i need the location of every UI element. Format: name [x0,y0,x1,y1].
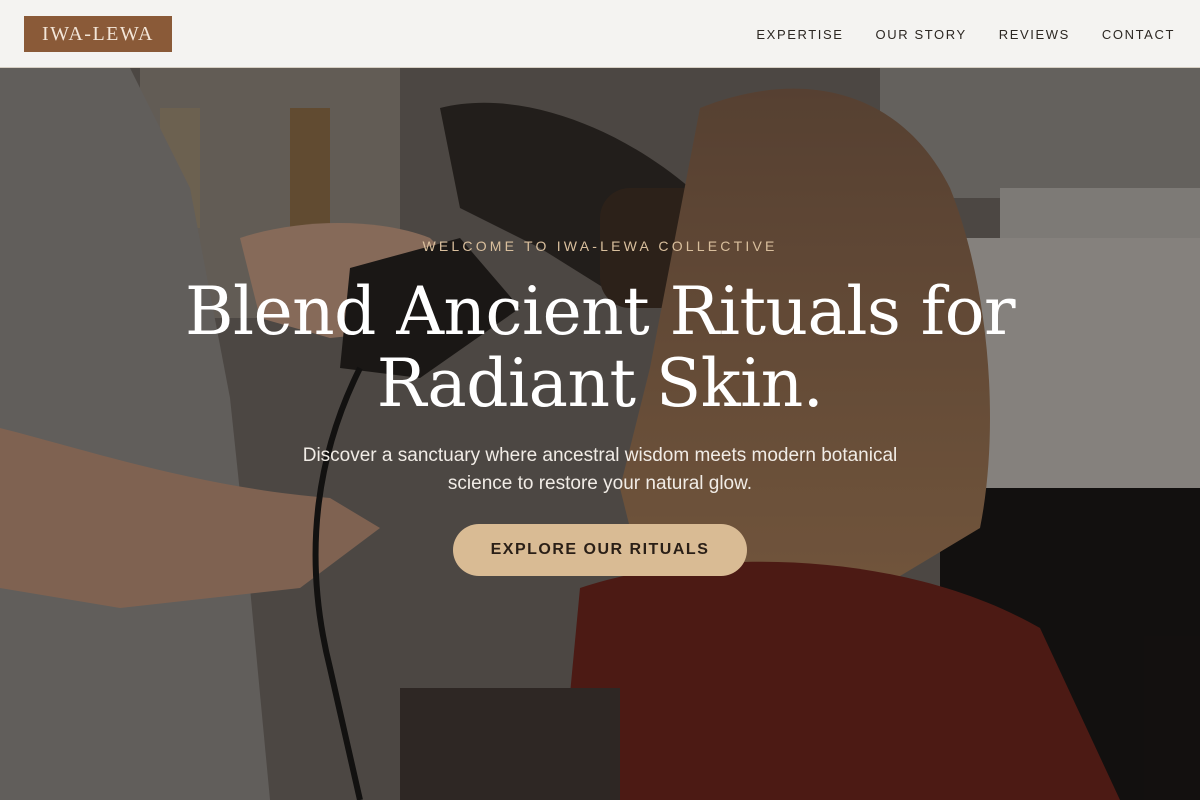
hero-subtext: Discover a sanctuary where ancestral wis… [250,442,950,498]
hero-subtext-line2: science to restore your natural glow. [447,473,753,494]
hero-eyebrow: WELCOME TO IWA-LEWA COLLECTIVE [422,238,778,254]
hero-headline-line2: Radiant Skin. [376,345,824,422]
hero-overlay [0,68,1200,800]
nav-our-story[interactable]: OUR STORY [876,27,967,42]
explore-rituals-button[interactable]: EXPLORE OUR RITUALS [453,524,747,576]
main-nav: EXPERTISE OUR STORY REVIEWS CONTACT [756,0,1175,68]
hero-headline-line1: Blend Ancient Rituals for [184,273,1016,350]
hero-headline: Blend Ancient Rituals for Radiant Skin. [150,276,1050,420]
nav-contact[interactable]: CONTACT [1102,27,1175,42]
nav-reviews[interactable]: REVIEWS [999,27,1070,42]
logo[interactable]: IWA-LEWA [24,16,172,52]
nav-expertise[interactable]: EXPERTISE [756,27,843,42]
site-header: IWA-LEWA EXPERTISE OUR STORY REVIEWS CON… [0,0,1200,68]
hero-section: WELCOME TO IWA-LEWA COLLECTIVE Blend Anc… [0,68,1200,800]
hero-subtext-line1: Discover a sanctuary where ancestral wis… [302,445,898,466]
